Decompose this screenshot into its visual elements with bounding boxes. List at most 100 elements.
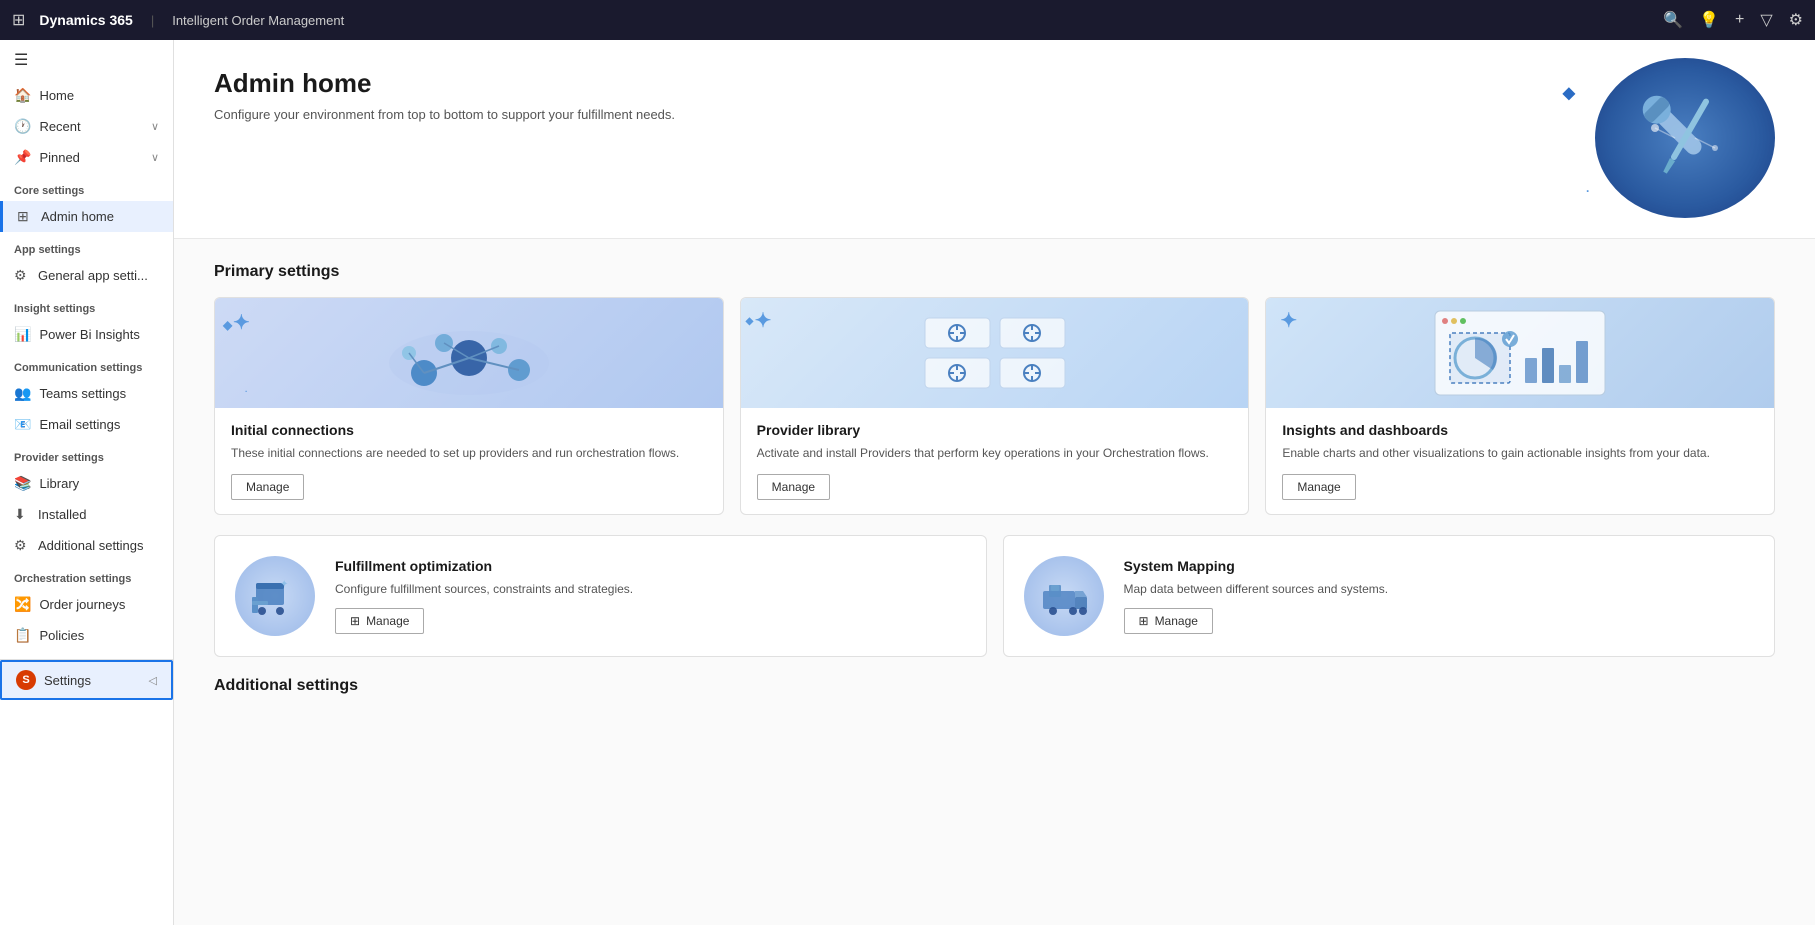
download-icon: ⬇ xyxy=(14,506,30,523)
content-area: Admin home Configure your environment fr… xyxy=(174,40,1815,925)
primary-cards-row: ✦ ◆ · xyxy=(214,297,1775,515)
manage-insights-button[interactable]: Manage xyxy=(1282,474,1355,500)
app-name: Intelligent Order Management xyxy=(172,13,344,28)
chevron-down-icon-2: ∨ xyxy=(151,151,159,164)
hamburger-icon: ☰ xyxy=(14,50,28,70)
network-svg xyxy=(369,308,569,398)
sidebar-email-label: Email settings xyxy=(39,417,120,432)
manage-fulfillment-label: Manage xyxy=(366,614,409,628)
new-icon[interactable]: + xyxy=(1735,11,1744,29)
sidebar-item-recent[interactable]: 🕐 Recent ∨ xyxy=(0,111,173,142)
fulfillment-image: ✦ xyxy=(235,556,315,636)
hero-section: Admin home Configure your environment fr… xyxy=(174,40,1815,239)
provider-settings-label: Provider settings xyxy=(0,440,173,468)
settings-icon[interactable]: ⚙ xyxy=(1789,10,1803,30)
fulfillment-content: Fulfillment optimization Configure fulfi… xyxy=(335,558,966,634)
sidebar-recent-label: Recent xyxy=(39,119,80,134)
mapping-title: System Mapping xyxy=(1124,558,1755,574)
user-avatar: S xyxy=(16,670,36,690)
additional-icon: ⚙ xyxy=(14,537,30,554)
fulfillment-svg: ✦ xyxy=(248,569,302,623)
card-sparkle-4: ✦ xyxy=(755,308,772,333)
sidebar-collapse-icon[interactable]: ◁ xyxy=(149,674,157,687)
card-body-providers: Provider library Activate and install Pr… xyxy=(741,408,1249,514)
page-subtitle: Configure your environment from top to b… xyxy=(214,107,675,122)
manage-mapping-button[interactable]: ⊞ Manage xyxy=(1124,608,1213,634)
recent-icon: 🕐 xyxy=(14,118,31,135)
main-layout: ☰ 🏠 Home 🕐 Recent ∨ 📌 Pinned ∨ Core sett… xyxy=(0,40,1815,925)
card-title-connections: Initial connections xyxy=(231,422,707,438)
orchestration-settings-label: Orchestration settings xyxy=(0,561,173,589)
fulfillment-title: Fulfillment optimization xyxy=(335,558,966,574)
sidebar-journeys-label: Order journeys xyxy=(39,597,125,612)
sidebar-policies-label: Policies xyxy=(39,628,84,643)
communication-settings-label: Communication settings xyxy=(0,350,173,378)
card-sparkle-5: ◆ xyxy=(746,316,754,327)
sidebar-item-teams[interactable]: 👥 Teams settings xyxy=(0,378,173,409)
sidebar-item-home[interactable]: 🏠 Home xyxy=(0,80,173,111)
card-image-insights: ✦ xyxy=(1266,298,1774,408)
policies-icon: 📋 xyxy=(14,627,31,644)
insight-settings-label: Insight settings xyxy=(0,291,173,319)
page-title: Admin home xyxy=(214,68,675,99)
journey-icon: 🔀 xyxy=(14,596,31,613)
sidebar-hamburger[interactable]: ☰ xyxy=(0,40,173,80)
settings-label: Settings xyxy=(44,673,91,688)
sidebar-settings-item[interactable]: S Settings ◁ xyxy=(0,660,173,700)
sparkle-icon-3: · xyxy=(1586,184,1590,198)
mapping-svg xyxy=(1037,569,1091,623)
cards-area: Primary settings ✦ ◆ · xyxy=(174,239,1815,727)
sidebar-item-policies[interactable]: 📋 Policies xyxy=(0,620,173,651)
card-fulfillment: ✦ Fulfillment optimization Configure ful… xyxy=(214,535,987,657)
sidebar-item-power-bi[interactable]: 📊 Power Bi Insights xyxy=(0,319,173,350)
manage-fulfillment-icon: ⊞ xyxy=(350,614,360,628)
sidebar-item-library[interactable]: 📚 Library xyxy=(0,468,173,499)
home-icon: 🏠 xyxy=(14,87,31,104)
card-title-insights: Insights and dashboards xyxy=(1282,422,1758,438)
top-navigation: ⊞ Dynamics 365 | Intelligent Order Manag… xyxy=(0,0,1815,40)
mapping-content: System Mapping Map data between differen… xyxy=(1124,558,1755,634)
sparkle-icon-2: ◆ xyxy=(1563,83,1575,103)
additional-settings-title: Additional settings xyxy=(214,677,1775,695)
provider-grid-svg xyxy=(895,308,1095,398)
manage-providers-button[interactable]: Manage xyxy=(757,474,830,500)
sidebar-installed-label: Installed xyxy=(38,507,86,522)
sidebar-powerbi-label: Power Bi Insights xyxy=(39,327,139,342)
sidebar-pinned-label: Pinned xyxy=(39,150,79,165)
svg-text:✦: ✦ xyxy=(280,579,288,590)
pin-icon: 📌 xyxy=(14,149,31,166)
card-image-connections: ✦ ◆ · xyxy=(215,298,723,408)
dashboard-svg xyxy=(1410,303,1630,403)
help-icon[interactable]: 💡 xyxy=(1699,10,1719,30)
sidebar-item-email[interactable]: 📧 Email settings xyxy=(0,409,173,440)
manage-connections-button[interactable]: Manage xyxy=(231,474,304,500)
sidebar: ☰ 🏠 Home 🕐 Recent ∨ 📌 Pinned ∨ Core sett… xyxy=(0,40,174,925)
top-nav-actions: 🔍 💡 + ▽ ⚙ xyxy=(1663,10,1803,30)
sidebar-item-order-journeys[interactable]: 🔀 Order journeys xyxy=(0,589,173,620)
filter-icon[interactable]: ▽ xyxy=(1760,10,1772,30)
library-icon: 📚 xyxy=(14,475,31,492)
card-initial-connections: ✦ ◆ · xyxy=(214,297,724,515)
nav-divider: | xyxy=(151,13,154,28)
chart-icon: 📊 xyxy=(14,326,31,343)
sidebar-item-installed[interactable]: ⬇ Installed xyxy=(0,499,173,530)
email-icon: 📧 xyxy=(14,416,31,433)
sidebar-item-admin-home[interactable]: ⊞ Admin home xyxy=(0,201,173,232)
app-launcher-icon[interactable]: ⊞ xyxy=(12,10,25,30)
card-desc-providers: Activate and install Providers that perf… xyxy=(757,444,1233,462)
mapping-desc: Map data between different sources and s… xyxy=(1124,580,1755,598)
sidebar-additional-label: Additional settings xyxy=(38,538,144,553)
sidebar-item-pinned[interactable]: 📌 Pinned ∨ xyxy=(0,142,173,173)
sidebar-general-label: General app setti... xyxy=(38,268,148,283)
sidebar-item-general-app[interactable]: ⚙ General app setti... xyxy=(0,260,173,291)
manage-mapping-label: Manage xyxy=(1155,614,1198,628)
card-desc-connections: These initial connections are needed to … xyxy=(231,444,707,462)
hero-text: Admin home Configure your environment fr… xyxy=(214,68,675,122)
card-title-providers: Provider library xyxy=(757,422,1233,438)
mapping-image xyxy=(1024,556,1104,636)
hero-circle-bg xyxy=(1595,58,1775,218)
manage-fulfillment-button[interactable]: ⊞ Manage xyxy=(335,608,424,634)
search-icon[interactable]: 🔍 xyxy=(1663,10,1683,30)
hero-tools-svg xyxy=(1625,78,1745,198)
sidebar-item-additional[interactable]: ⚙ Additional settings xyxy=(0,530,173,561)
